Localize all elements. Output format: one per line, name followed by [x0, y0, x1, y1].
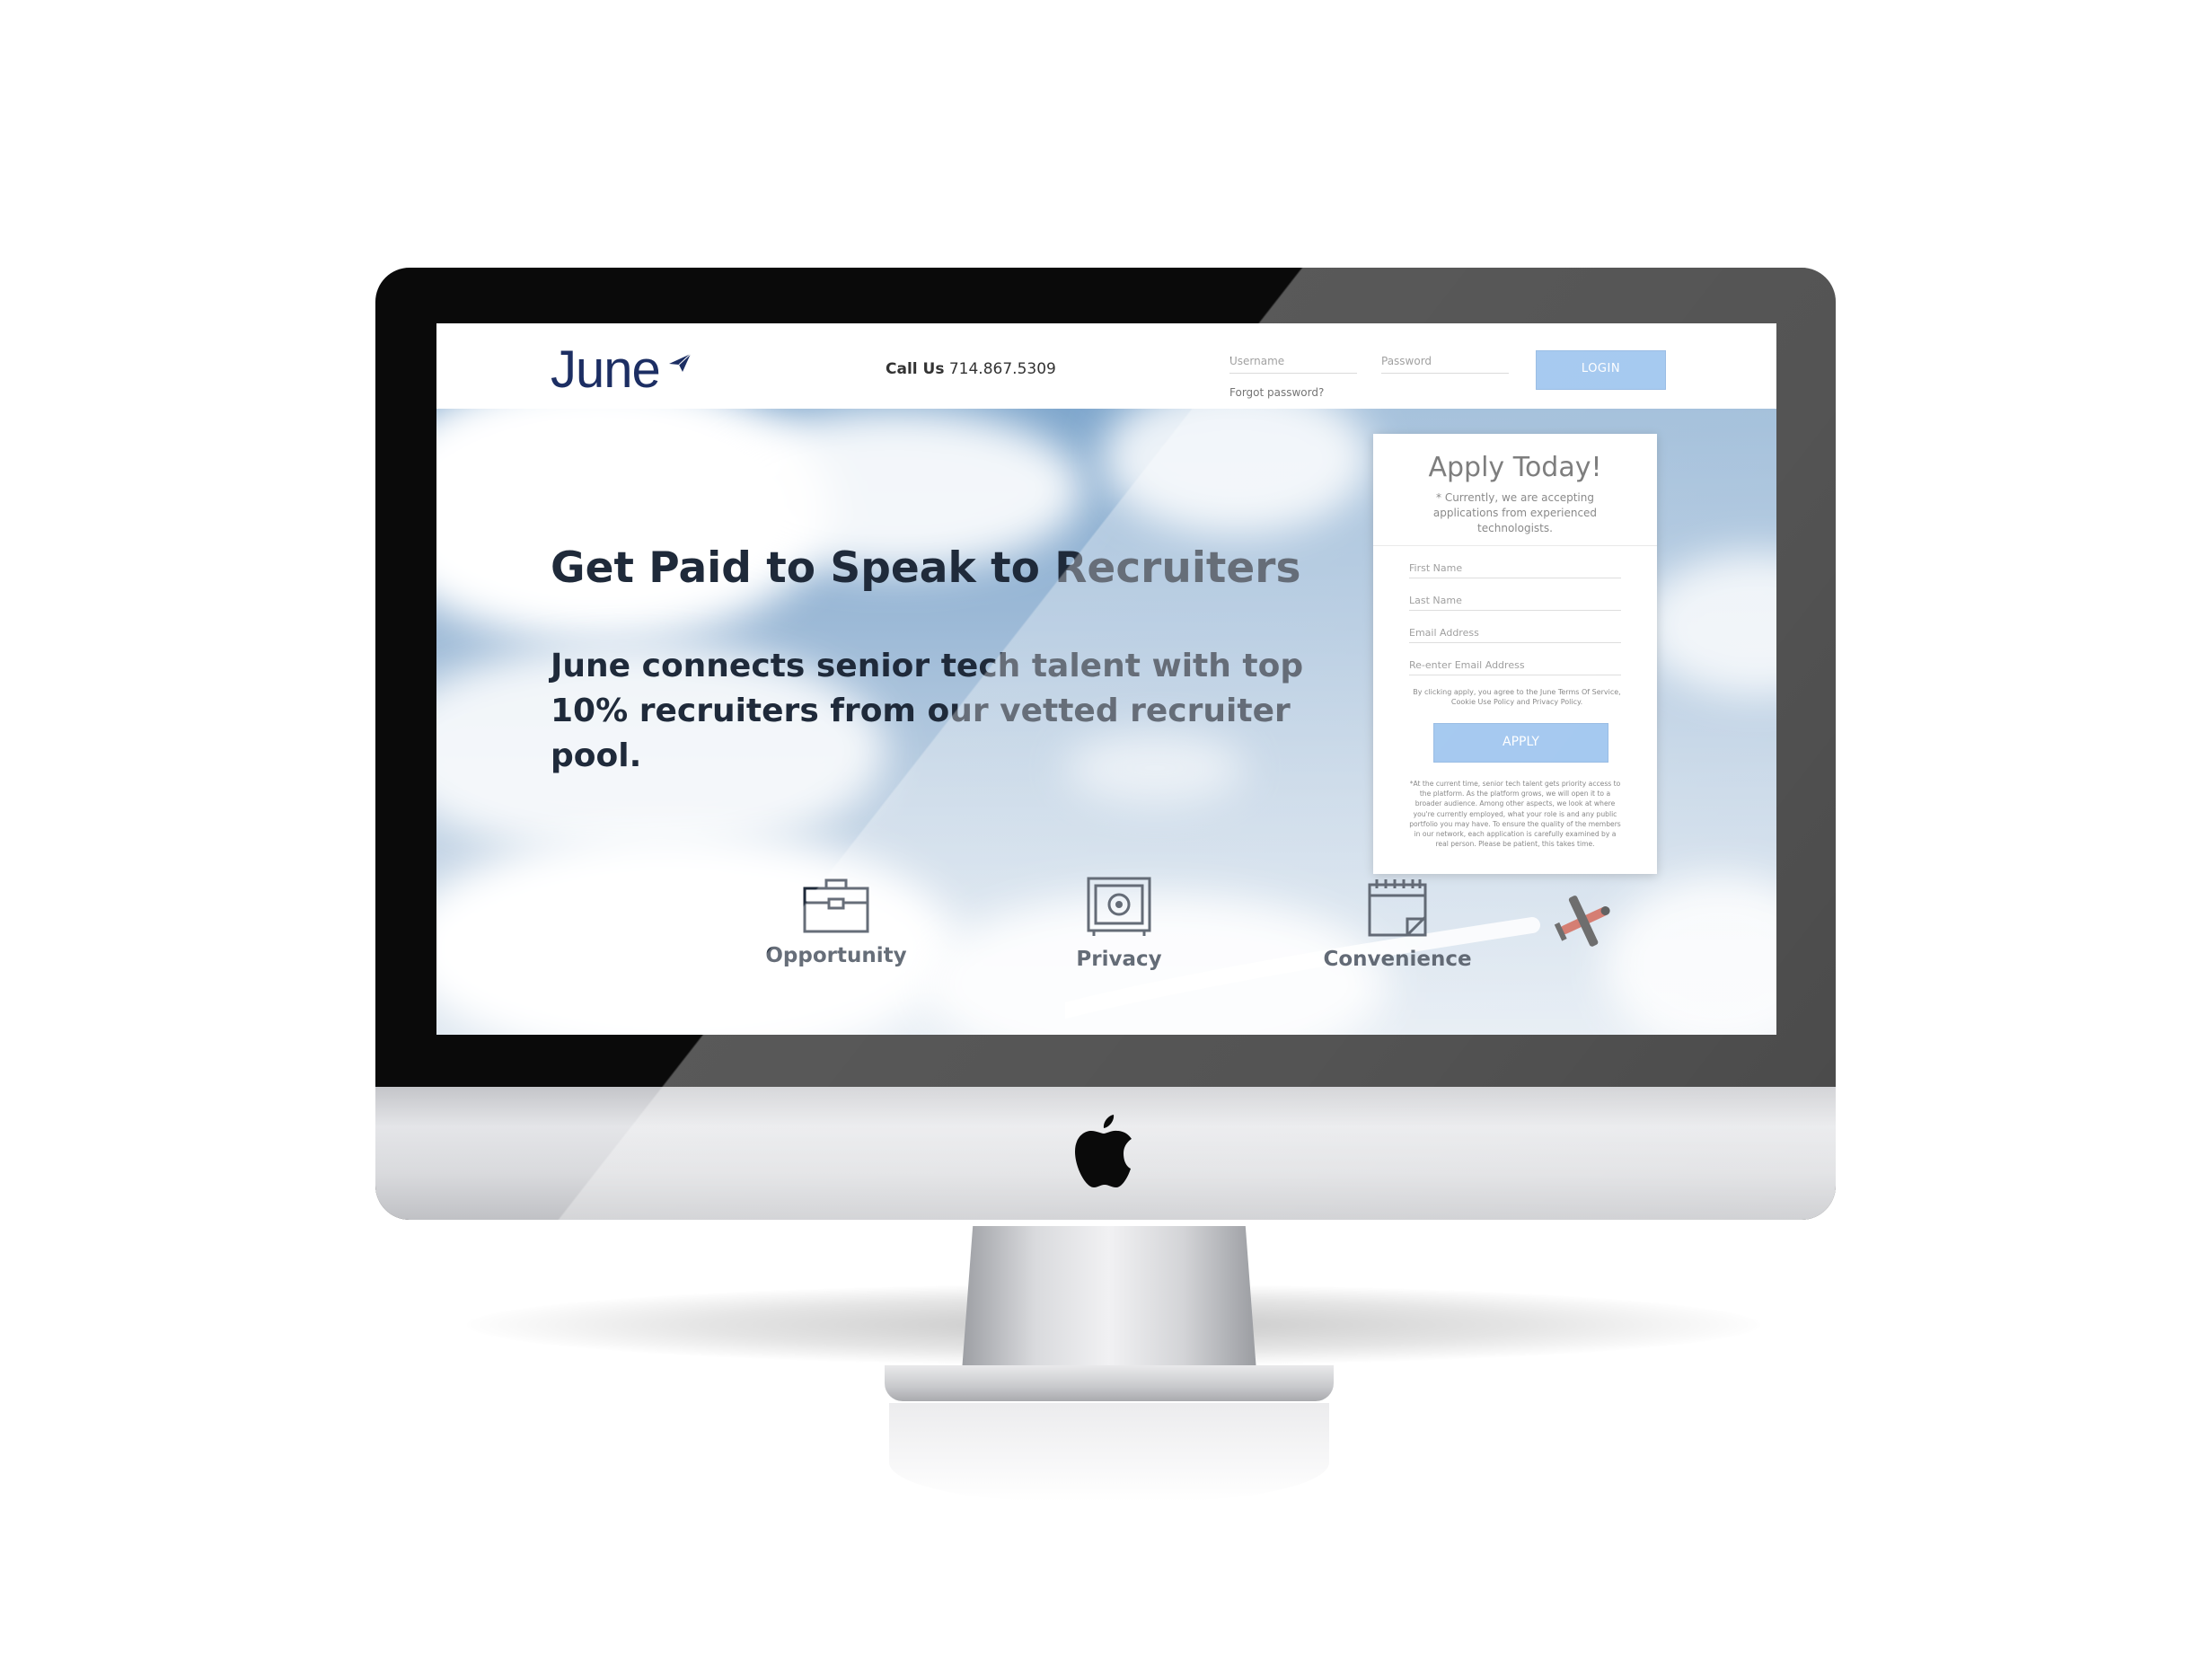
- email-field[interactable]: [1409, 627, 1621, 643]
- calendar-icon: [1368, 879, 1427, 937]
- feature-convenience: Convenience: [1299, 876, 1496, 971]
- cloud: [1604, 876, 1776, 1035]
- imac-foot: [885, 1365, 1334, 1401]
- password-input[interactable]: [1381, 353, 1509, 374]
- apply-title: Apply Today!: [1428, 452, 1602, 483]
- call-us-label: Call Us: [886, 360, 945, 378]
- divider: [1373, 545, 1657, 546]
- feature-label: Convenience: [1323, 948, 1472, 971]
- safe-icon: [1087, 877, 1151, 936]
- first-name-field[interactable]: [1409, 562, 1621, 578]
- website-screen: June Call Us 714.867.5309 Forgot passwor…: [436, 323, 1776, 1035]
- call-us: Call Us 714.867.5309: [886, 360, 1056, 378]
- hero-headline: Get Paid to Speak to Recruiters: [551, 543, 1301, 593]
- imac-foot-reflection: [889, 1403, 1329, 1502]
- phone-number[interactable]: 714.867.5309: [949, 360, 1056, 378]
- feature-opportunity: Opportunity: [737, 876, 935, 967]
- reenter-email-field[interactable]: [1409, 659, 1621, 675]
- apply-button[interactable]: APPLY: [1433, 723, 1608, 763]
- apply-note: * Currently, we are accepting applicatio…: [1432, 491, 1598, 534]
- apply-fine-print: *At the current time, senior tech talent…: [1409, 780, 1621, 849]
- briefcase-icon: [803, 878, 869, 933]
- cloud: [1101, 409, 1370, 534]
- imac-display: June Call Us 714.867.5309 Forgot passwor…: [375, 268, 1836, 1220]
- site-header: June Call Us 714.867.5309 Forgot passwor…: [436, 323, 1776, 409]
- feature-privacy: Privacy: [1020, 876, 1218, 971]
- last-name-field[interactable]: [1409, 595, 1621, 611]
- june-logo[interactable]: June: [551, 340, 661, 400]
- hero-subhead: June connects senior tech talent with to…: [551, 648, 1304, 774]
- terms-text: By clicking apply, you agree to the June…: [1413, 688, 1621, 706]
- imac-stand: [961, 1226, 1257, 1383]
- cloud: [1640, 552, 1776, 696]
- feature-label: Opportunity: [765, 944, 907, 967]
- feature-label: Privacy: [1076, 948, 1162, 971]
- login-button[interactable]: LOGIN: [1536, 350, 1666, 390]
- hero-section: Get Paid to Speak to Recruiters June con…: [436, 409, 1776, 1035]
- airplane-icon: [1554, 896, 1610, 947]
- paper-plane-icon: [669, 353, 692, 372]
- username-input[interactable]: [1229, 353, 1357, 374]
- apply-card: Apply Today! * Currently, we are accepti…: [1373, 434, 1657, 874]
- apple-logo: [1075, 1115, 1132, 1187]
- forgot-password-link[interactable]: Forgot password?: [1229, 386, 1324, 399]
